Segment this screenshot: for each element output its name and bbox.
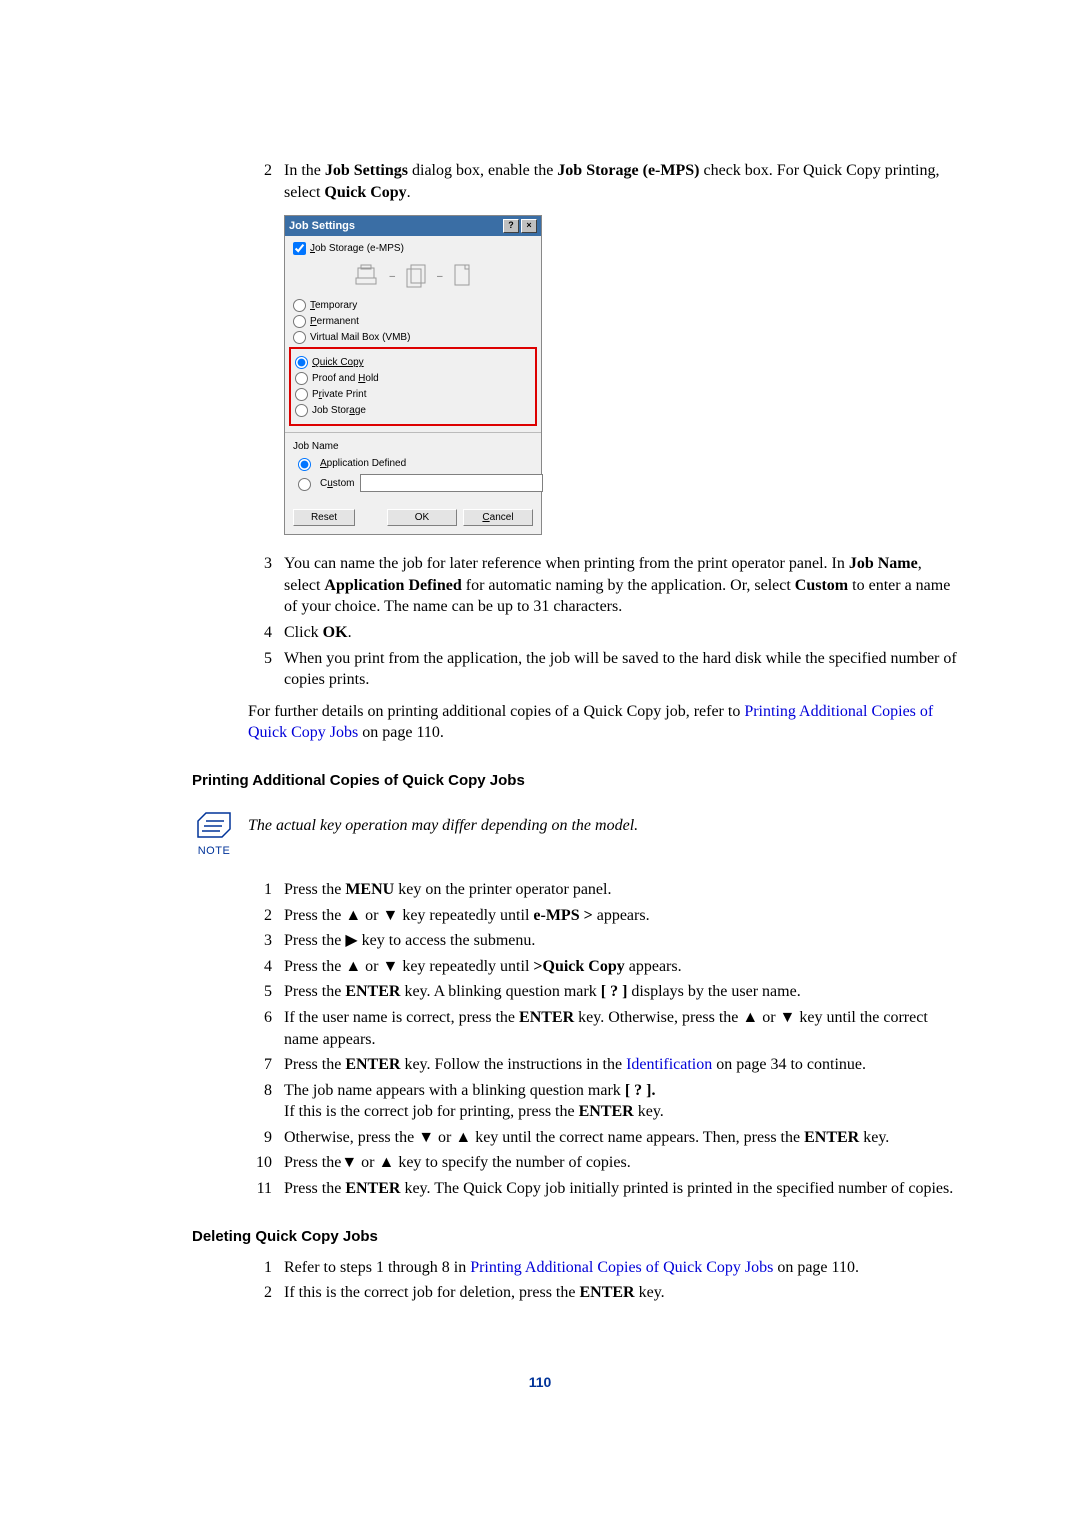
dialog-icon-row: – –	[293, 263, 533, 289]
step-3: 3 You can name the job for later referen…	[248, 553, 960, 618]
custom-radio[interactable]: Custom	[293, 474, 533, 492]
job-settings-dialog: Job Settings ? × Job Storage (e-MPS) – –	[284, 215, 542, 535]
note-icon: NOTE	[188, 807, 240, 857]
c-step-2: 2If this is the correct job for deletion…	[248, 1282, 960, 1304]
help-icon[interactable]: ?	[503, 219, 519, 233]
b-step-6: 6If the user name is correct, press the …	[248, 1007, 960, 1050]
b-step-1: 1Press the MENU key on the printer opera…	[248, 879, 960, 901]
step-2: 2 In the Job Settings dialog box, enable…	[248, 160, 960, 203]
note-text: The actual key operation may differ depe…	[248, 817, 638, 835]
b-step-7: 7Press the ENTER key. Follow the instruc…	[248, 1054, 960, 1076]
job-storage-radio[interactable]: Job Storage	[295, 404, 531, 417]
heading-deleting: Deleting Quick Copy Jobs	[192, 1228, 960, 1245]
printing-additional-link-2[interactable]: Printing Additional Copies of Quick Copy…	[470, 1259, 773, 1276]
job-storage-checkbox[interactable]: Job Storage (e-MPS)	[293, 242, 533, 255]
application-defined-radio[interactable]: Application Defined	[293, 455, 533, 471]
reference-paragraph: For further details on printing addition…	[248, 701, 960, 744]
job-name-group: Job Name Application Defined Custom	[293, 439, 533, 499]
b-step-9: 9Otherwise, press the ▼ or ▲ key until t…	[248, 1127, 960, 1149]
page-number: 110	[120, 1374, 960, 1390]
job-name-label: Job Name	[293, 441, 533, 452]
dialog-title: Job Settings	[289, 220, 355, 232]
step-text: In the Job Settings dialog box, enable t…	[284, 160, 960, 203]
b-step-4: 4Press the ▲ or ▼ key repeatedly until >…	[248, 956, 960, 978]
document-icon	[453, 263, 473, 289]
b-step-3: 3Press the ▶ key to access the submenu.	[248, 930, 960, 952]
cancel-button[interactable]: Cancel	[463, 509, 533, 526]
ok-button[interactable]: OK	[387, 509, 457, 526]
reset-button[interactable]: Reset	[293, 509, 355, 526]
identification-link[interactable]: Identification	[626, 1056, 712, 1073]
close-icon[interactable]: ×	[521, 219, 537, 233]
permanent-radio[interactable]: Permanent	[293, 315, 533, 328]
job-storage-label: ob Storage (e-MPS)	[315, 243, 404, 254]
quick-copy-radio[interactable]: Quick Copy	[295, 356, 531, 369]
document-stack-icon	[405, 263, 427, 289]
proof-hold-radio[interactable]: Proof and Hold	[295, 372, 531, 385]
b-step-2: 2Press the ▲ or ▼ key repeatedly until e…	[248, 905, 960, 927]
heading-printing-additional: Printing Additional Copies of Quick Copy…	[192, 772, 960, 789]
b-step-8: 8The job name appears with a blinking qu…	[248, 1080, 960, 1123]
vmb-radio[interactable]: Virtual Mail Box (VMB)	[293, 331, 533, 344]
printer-icon	[353, 264, 379, 288]
step-4: 4 Click OK.	[248, 622, 960, 644]
step-5: 5 When you print from the application, t…	[248, 648, 960, 691]
custom-name-input[interactable]	[360, 474, 543, 492]
temporary-radio[interactable]: Temporary	[293, 299, 533, 312]
c-step-1: 1Refer to steps 1 through 8 in Printing …	[248, 1257, 960, 1279]
highlight-box: Quick Copy Proof and Hold Private Print …	[289, 347, 537, 426]
private-print-radio[interactable]: Private Print	[295, 388, 531, 401]
b-step-5: 5Press the ENTER key. A blinking questio…	[248, 981, 960, 1003]
note-block: NOTE The actual key operation may differ…	[188, 807, 960, 857]
note-label: NOTE	[188, 845, 240, 857]
step-number: 2	[248, 160, 272, 203]
dialog-titlebar: Job Settings ? ×	[285, 216, 541, 236]
b-step-10: 10Press the▼ or ▲ key to specify the num…	[248, 1152, 960, 1174]
b-step-11: 11Press the ENTER key. The Quick Copy jo…	[248, 1178, 960, 1200]
